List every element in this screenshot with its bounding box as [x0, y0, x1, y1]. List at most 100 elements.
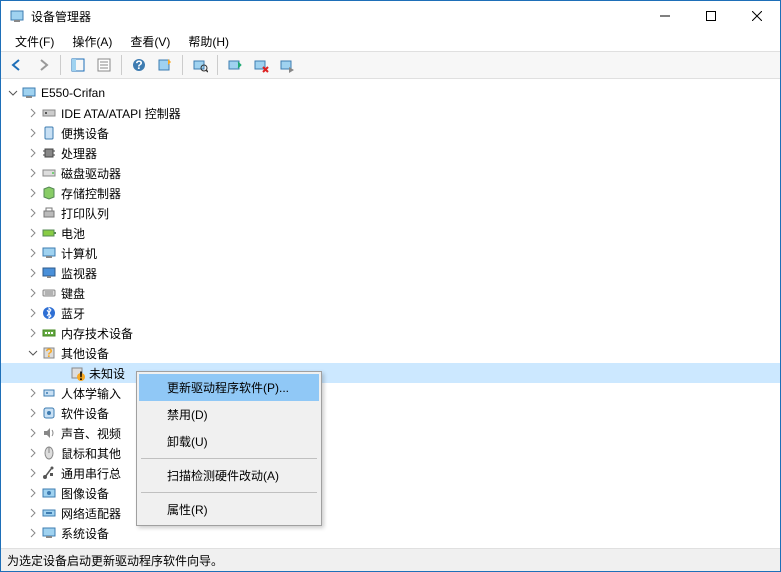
disable-button[interactable]: [275, 53, 299, 77]
close-button[interactable]: [734, 1, 780, 31]
tree-node[interactable]: 监视器: [1, 263, 780, 283]
chevron-right-icon[interactable]: [25, 485, 41, 501]
tree-node[interactable]: 通用串行总: [1, 463, 780, 483]
tree-node-label: 存储控制器: [61, 185, 121, 202]
tree-node-label: 系统设备: [61, 525, 109, 542]
tree-node-label: 鼠标和其他: [61, 445, 121, 462]
device-icon: [41, 105, 57, 121]
tree-node-label: 计算机: [61, 245, 97, 262]
device-icon: [41, 285, 57, 301]
device-icon: [41, 445, 57, 461]
tree-node-label: 监视器: [61, 265, 97, 282]
device-tree[interactable]: E550-Crifan IDE ATA/ATAPI 控制器便携设备处理器磁盘驱动…: [1, 79, 780, 548]
device-icon: [41, 245, 57, 261]
tree-node[interactable]: 电池: [1, 223, 780, 243]
chevron-right-icon[interactable]: [25, 245, 41, 261]
ctx-separator: [141, 458, 317, 459]
tree-node[interactable]: 鼠标和其他: [1, 443, 780, 463]
chevron-right-icon[interactable]: [25, 185, 41, 201]
tree-node[interactable]: IDE ATA/ATAPI 控制器: [1, 103, 780, 123]
chevron-down-icon[interactable]: [25, 345, 41, 361]
chevron-right-icon[interactable]: [25, 405, 41, 421]
help-button[interactable]: ?: [127, 53, 151, 77]
device-icon: [41, 125, 57, 141]
chevron-right-icon[interactable]: [25, 145, 41, 161]
update-driver-button[interactable]: [223, 53, 247, 77]
forward-button[interactable]: [31, 53, 55, 77]
chevron-down-icon[interactable]: [5, 85, 21, 101]
chevron-right-icon[interactable]: [25, 385, 41, 401]
action-button[interactable]: [153, 53, 177, 77]
chevron-right-icon[interactable]: [53, 365, 69, 381]
device-icon: [41, 525, 57, 541]
maximize-button[interactable]: [688, 1, 734, 31]
tree-node[interactable]: 内存技术设备: [1, 323, 780, 343]
chevron-right-icon[interactable]: [25, 305, 41, 321]
device-icon: [41, 145, 57, 161]
chevron-right-icon[interactable]: [25, 505, 41, 521]
chevron-right-icon[interactable]: [25, 105, 41, 121]
tree-node-label: 打印队列: [61, 205, 109, 222]
chevron-right-icon[interactable]: [25, 165, 41, 181]
tree-node[interactable]: 打印队列: [1, 203, 780, 223]
context-menu: 更新驱动程序软件(P)... 禁用(D) 卸载(U) 扫描检测硬件改动(A) 属…: [136, 371, 322, 526]
tree-node[interactable]: 处理器: [1, 143, 780, 163]
tree-node[interactable]: 键盘: [1, 283, 780, 303]
tree-node[interactable]: 人体学输入: [1, 383, 780, 403]
chevron-right-icon[interactable]: [25, 325, 41, 341]
chevron-right-icon[interactable]: [25, 525, 41, 541]
chevron-right-icon[interactable]: [25, 125, 41, 141]
minimize-button[interactable]: [642, 1, 688, 31]
tree-node[interactable]: 蓝牙: [1, 303, 780, 323]
tree-node[interactable]: 软件设备: [1, 403, 780, 423]
tree-node[interactable]: 系统设备: [1, 523, 780, 543]
device-icon: [41, 385, 57, 401]
chevron-right-icon[interactable]: [25, 265, 41, 281]
svg-text:?: ?: [135, 58, 142, 72]
tree-node[interactable]: 声音、视频: [1, 423, 780, 443]
device-icon: ?: [41, 345, 57, 361]
ctx-scan-hardware[interactable]: 扫描检测硬件改动(A): [139, 462, 319, 489]
tree-node[interactable]: 便携设备: [1, 123, 780, 143]
scan-hardware-button[interactable]: [188, 53, 212, 77]
tree-node[interactable]: 图像设备: [1, 483, 780, 503]
tree-root[interactable]: E550-Crifan: [1, 83, 780, 103]
menu-help[interactable]: 帮助(H): [180, 31, 237, 52]
ctx-uninstall[interactable]: 卸载(U): [139, 428, 319, 455]
tree-node[interactable]: 计算机: [1, 243, 780, 263]
ctx-update-driver[interactable]: 更新驱动程序软件(P)...: [139, 374, 319, 401]
chevron-right-icon[interactable]: [25, 465, 41, 481]
chevron-right-icon[interactable]: [25, 425, 41, 441]
tree-node[interactable]: 网络适配器: [1, 503, 780, 523]
chevron-right-icon[interactable]: [25, 445, 41, 461]
chevron-right-icon[interactable]: [25, 225, 41, 241]
device-icon: [41, 225, 57, 241]
menubar: 文件(F) 操作(A) 查看(V) 帮助(H): [1, 31, 780, 51]
tree-node[interactable]: 存储控制器: [1, 183, 780, 203]
menu-view[interactable]: 查看(V): [122, 31, 178, 52]
device-icon: [41, 185, 57, 201]
ctx-properties[interactable]: 属性(R): [139, 496, 319, 523]
toolbar-separator: [182, 55, 183, 75]
toolbar-separator: [217, 55, 218, 75]
computer-icon: [21, 85, 37, 101]
menu-file[interactable]: 文件(F): [7, 31, 62, 52]
chevron-right-icon[interactable]: [25, 205, 41, 221]
device-icon: [41, 265, 57, 281]
tree-node[interactable]: ?其他设备: [1, 343, 780, 363]
menu-action[interactable]: 操作(A): [64, 31, 120, 52]
toolbar-separator: [121, 55, 122, 75]
device-icon: [41, 325, 57, 341]
back-button[interactable]: [5, 53, 29, 77]
toolbar: ?: [1, 51, 780, 79]
ctx-disable[interactable]: 禁用(D): [139, 401, 319, 428]
uninstall-button[interactable]: [249, 53, 273, 77]
show-hide-tree-button[interactable]: [66, 53, 90, 77]
chevron-right-icon[interactable]: [25, 285, 41, 301]
device-icon: [41, 305, 57, 321]
properties-button[interactable]: [92, 53, 116, 77]
statusbar: 为选定设备启动更新驱动程序软件向导。: [1, 549, 780, 571]
device-icon: [41, 505, 57, 521]
tree-node[interactable]: 磁盘驱动器: [1, 163, 780, 183]
tree-node[interactable]: !未知设: [1, 363, 780, 383]
